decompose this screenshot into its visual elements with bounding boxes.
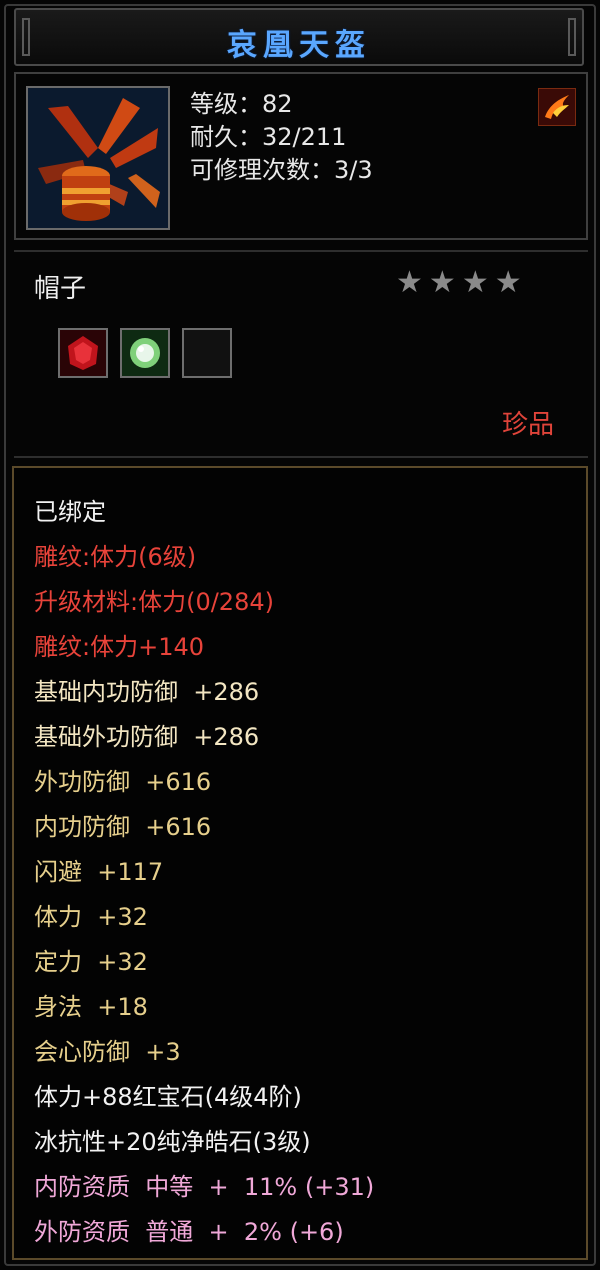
item-type: 帽子: [34, 274, 87, 304]
green-gem-icon[interactable]: [120, 328, 170, 378]
attribute-line: 内功防御 +616: [34, 813, 212, 841]
title-bar: 哀凰天盔: [14, 8, 584, 66]
attribute-line: 升级材料:体力(0/284): [34, 588, 274, 616]
attribute-line: 体力+88红宝石(4级4阶): [34, 1083, 302, 1111]
red-gem-icon[interactable]: [58, 328, 108, 378]
attribute-line: 已绑定: [34, 498, 106, 526]
attribute-line: 冰抗性+20纯净皓石(3级): [34, 1128, 311, 1156]
star-icon: ★: [494, 265, 522, 300]
attribute-line: 外防资质 普通 + 2% (+6): [34, 1218, 344, 1246]
attribute-line: 闪避 +117: [34, 858, 164, 886]
attribute-lines: 已绑定 雕纹:体力(6级) 升级材料:体力(0/284) 雕纹:体力+140 基…: [34, 490, 374, 1255]
item-tooltip: 哀凰天盔 等级：82 耐久：32/211 可修理次数：3/3 帽子 ★ ★ ★ …: [0, 0, 600, 1270]
durability-text: 耐久：32/211: [190, 123, 347, 151]
repair-count-text: 可修理次数：3/3: [190, 156, 373, 184]
attribute-list: 已绑定 雕纹:体力(6级) 升级材料:体力(0/284) 雕纹:体力+140 基…: [12, 466, 588, 1260]
attribute-line: 身法 +18: [34, 993, 148, 1021]
attribute-line: 雕纹:体力+140: [34, 633, 205, 661]
divider: [14, 456, 588, 458]
star-icon: ★: [428, 265, 456, 300]
divider: [14, 250, 588, 252]
item-name: 哀凰天盔: [227, 28, 371, 63]
attribute-line: 基础内功防御 +286: [34, 678, 260, 706]
empty-socket-icon[interactable]: [182, 328, 232, 378]
attribute-line: 体力 +32: [34, 903, 148, 931]
item-basic-stats: 等级：82 耐久：32/211 可修理次数：3/3: [190, 88, 373, 187]
star-rating: ★ ★ ★ ★: [396, 268, 522, 298]
star-icon: ★: [461, 265, 489, 300]
level-text: 等级：82: [190, 90, 293, 118]
attribute-line: 会心防御 +3: [34, 1038, 181, 1066]
quality-label: 珍品: [501, 410, 554, 440]
star-icon: ★: [396, 265, 423, 300]
helmet-icon: [26, 86, 170, 230]
gem-sockets: [58, 328, 232, 378]
phoenix-icon: [538, 88, 576, 126]
attribute-line: 基础外功防御 +286: [34, 723, 260, 751]
attribute-line: 外功防御 +616: [34, 768, 212, 796]
attribute-line: 雕纹:体力(6级): [34, 543, 197, 571]
attribute-line: 内防资质 中等 + 11% (+31): [34, 1173, 375, 1201]
attribute-line: 定力 +32: [34, 948, 148, 976]
item-header: 等级：82 耐久：32/211 可修理次数：3/3: [14, 72, 588, 240]
